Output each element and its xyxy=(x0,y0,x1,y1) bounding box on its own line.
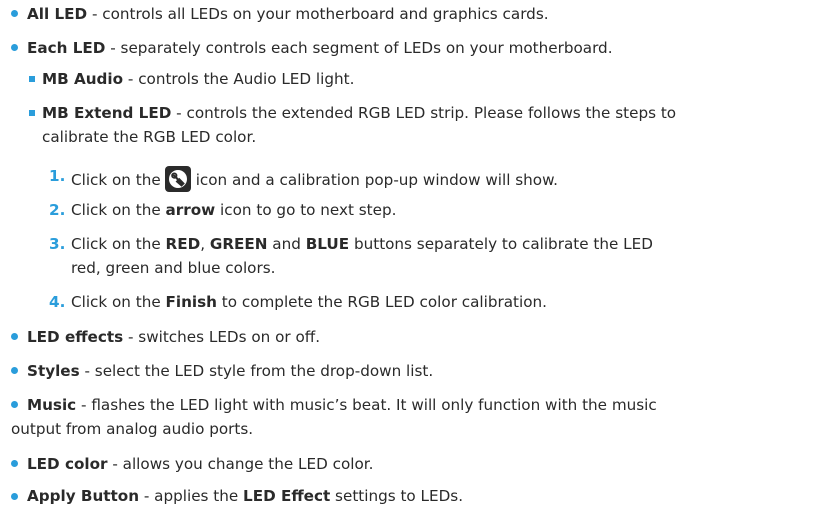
step-text: buttons separately to calibrate the LED xyxy=(349,235,653,253)
item-desc: - applies the xyxy=(139,487,244,505)
item-desc: - flashes the LED light with music’s bea… xyxy=(76,396,657,414)
bullet-icon xyxy=(11,367,18,374)
item-label: LED color xyxy=(27,455,108,473)
square-bullet-icon xyxy=(29,76,35,82)
item-label: Music xyxy=(27,396,77,414)
bullet-icon xyxy=(11,333,18,340)
subitem-desc: - controls the Audio LED light. xyxy=(123,70,355,88)
list-item-led-color: LED color - allows you change the LED co… xyxy=(27,454,373,474)
sub-item-mb-audio: MB Audio - controls the Audio LED light. xyxy=(42,69,354,89)
step-number: 3. xyxy=(49,235,66,253)
subitem-desc: - controls the extended RGB LED strip. P… xyxy=(171,104,677,122)
list-item-music: Music - flashes the LED light with music… xyxy=(27,395,657,415)
list-item-styles: Styles - select the LED style from the d… xyxy=(27,361,433,381)
step-bold: Finish xyxy=(165,293,217,311)
sub-item-mb-extend-led-line2: calibrate the RGB LED color. xyxy=(42,128,257,146)
step-text: icon and a calibration pop-up window wil… xyxy=(195,171,558,189)
item-label: Styles xyxy=(27,362,80,380)
wrench-icon xyxy=(164,166,191,192)
subitem-label: MB Extend LED xyxy=(42,104,172,122)
bullet-icon xyxy=(11,460,18,467)
step-3-line2: red, green and blue colors. xyxy=(71,259,276,277)
sub-item-mb-extend-led: MB Extend LED - controls the extended RG… xyxy=(42,103,676,123)
item-desc: - switches LEDs on or off. xyxy=(123,328,321,346)
list-item-each-led: Each LED - separately controls each segm… xyxy=(27,38,613,58)
step-text: to complete the RGB LED color calibratio… xyxy=(216,293,547,311)
bullet-icon xyxy=(11,493,18,500)
step-number: 2. xyxy=(49,201,66,219)
step-text: icon to go to next step. xyxy=(215,201,397,219)
step-text: , xyxy=(200,235,210,253)
item-desc: settings to LEDs. xyxy=(330,487,464,505)
step-text: Click on the xyxy=(71,171,161,189)
item-desc: - controls all LEDs on your motherboard … xyxy=(87,5,549,23)
bullet-icon xyxy=(11,401,18,408)
step-1: Click on the icon and a calibration pop-u… xyxy=(71,166,558,192)
item-label: All LED xyxy=(27,5,88,23)
item-label: LED effects xyxy=(27,328,124,346)
item-label: Apply Button xyxy=(27,487,140,505)
square-bullet-icon xyxy=(29,110,35,116)
step-bold: RED xyxy=(165,235,201,253)
item-bold: LED Effect xyxy=(243,487,331,505)
subitem-label: MB Audio xyxy=(42,70,124,88)
item-desc: - allows you change the LED color. xyxy=(107,455,374,473)
item-desc: - separately controls each segment of LE… xyxy=(105,39,613,57)
step-bold: GREEN xyxy=(209,235,268,253)
step-3: Click on the RED, GREEN and BLUE buttons… xyxy=(71,234,653,254)
item-desc: - select the LED style from the drop-dow… xyxy=(79,362,434,380)
bullet-icon xyxy=(11,10,18,17)
list-item-all-led: All LED - controls all LEDs on your moth… xyxy=(27,4,549,24)
step-number: 4. xyxy=(49,293,66,311)
item-label: Each LED xyxy=(27,39,106,57)
step-4: Click on the Finish to complete the RGB … xyxy=(71,292,547,312)
step-number: 1. xyxy=(49,167,66,185)
bullet-icon xyxy=(11,44,18,51)
step-bold: arrow xyxy=(165,201,216,219)
step-2: Click on the arrow icon to go to next st… xyxy=(71,200,396,220)
step-bold: BLUE xyxy=(305,235,350,253)
step-text: Click on the xyxy=(71,293,166,311)
step-text: and xyxy=(267,235,306,253)
step-text: Click on the xyxy=(71,201,166,219)
step-text: Click on the xyxy=(71,235,166,253)
list-item-led-effects: LED effects - switches LEDs on or off. xyxy=(27,327,320,347)
list-item-apply-button: Apply Button - applies the LED Effect se… xyxy=(27,486,463,506)
list-item-music-line2: output from analog audio ports. xyxy=(11,420,254,438)
